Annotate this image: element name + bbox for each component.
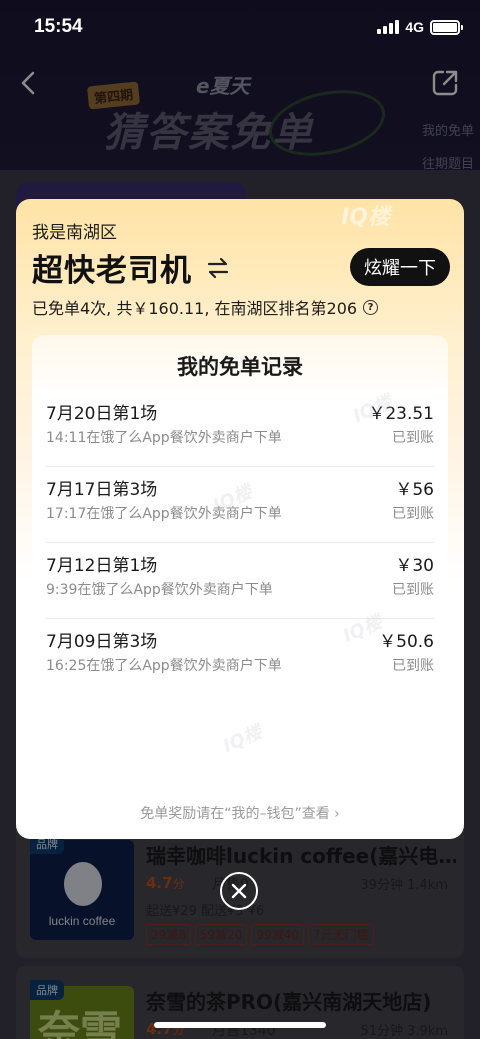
network-type: 4G (405, 19, 424, 35)
record-amount: ￥56 (395, 480, 434, 500)
record-row: 7月12日第1场 9:39在饿了么App餐饮外卖商户下单 ￥30 已到账 (46, 543, 434, 619)
region-label: 我是南湖区 (32, 223, 117, 243)
record-title: 7月17日第3场 (46, 480, 158, 500)
help-icon[interactable]: ? (363, 299, 379, 315)
record-title: 7月20日第1场 (46, 404, 158, 424)
close-icon (231, 883, 247, 899)
record-detail: 17:17在饿了么App餐饮外卖商户下单 (46, 506, 282, 522)
records-title: 我的免单记录 (177, 355, 303, 379)
stats-text: 已免单4次, 共￥160.11, 在南湖区排名第206 (32, 299, 358, 318)
record-status: 已到账 (392, 430, 434, 446)
status-bar: 15:54 4G (0, 0, 480, 58)
record-title: 7月12日第1场 (46, 556, 158, 576)
record-amount: ￥30 (395, 556, 434, 576)
stats-summary: 已免单4次, 共￥160.11, 在南湖区排名第206 ? (32, 295, 379, 319)
record-detail: 9:39在饿了么App餐饮外卖商户下单 (46, 582, 273, 598)
record-amount: ￥50.6 (379, 632, 434, 652)
record-status: 已到账 (392, 658, 434, 674)
home-indicator[interactable] (154, 1022, 326, 1028)
watermark: IQ楼 (341, 205, 390, 230)
rank-title: 超快老司机 (32, 253, 192, 289)
status-time: 15:54 (34, 16, 83, 37)
battery-icon (430, 19, 463, 35)
record-title: 7月09日第3场 (46, 632, 158, 652)
close-modal-button[interactable] (220, 872, 258, 910)
swap-icon[interactable] (206, 256, 230, 280)
record-detail: 14:11在饿了么App餐饮外卖商户下单 (46, 430, 282, 446)
record-status: 已到账 (392, 506, 434, 522)
records-card: 我的免单记录 7月20日第1场 14:11在饿了么App餐饮外卖商户下单 ￥23… (32, 335, 448, 825)
wallet-tip-link[interactable]: 免单奖励请在“我的–钱包”查看 › (16, 803, 464, 823)
show-off-button[interactable]: 炫耀一下 (350, 248, 450, 286)
free-order-modal: IQ楼 我是南湖区 超快老司机 炫耀一下 已免单4次, 共￥160.11, 在南… (16, 199, 464, 839)
record-detail: 16:25在饿了么App餐饮外卖商户下单 (46, 658, 282, 674)
signal-icon (377, 20, 400, 34)
record-status: 已到账 (392, 582, 434, 598)
watermark: IQ楼 (220, 721, 266, 758)
